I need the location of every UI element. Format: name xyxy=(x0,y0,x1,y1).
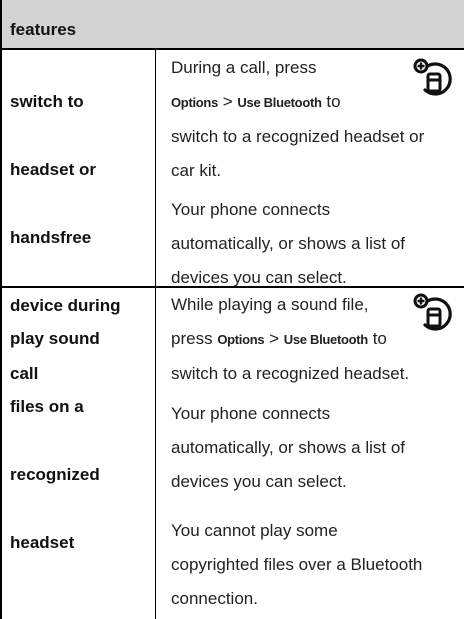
column-divider xyxy=(155,49,156,619)
feature-line: headset xyxy=(10,533,75,552)
table-header: features xyxy=(0,0,464,49)
options-key: Options xyxy=(217,332,265,347)
instruction-line: car kit. xyxy=(171,161,222,180)
feature-line: play sound xyxy=(10,329,100,348)
instruction-line: During a call, press xyxy=(171,58,317,77)
instruction-pre: press xyxy=(171,329,213,348)
instruction-2: While playing a sound file, press Option… xyxy=(171,288,409,391)
note-1: Your phone connects automatically, or sh… xyxy=(171,193,405,295)
feature-line: switch to xyxy=(10,92,84,111)
header-divider xyxy=(0,48,464,50)
note-line: You cannot play some xyxy=(171,521,338,540)
note-line: devices you can select. xyxy=(171,472,347,491)
use-bluetooth-key: Use Bluetooth xyxy=(237,95,322,110)
instruction-line: switch to a recognized headset. xyxy=(171,364,410,383)
instruction-line: While playing a sound file, xyxy=(171,295,369,314)
use-bluetooth-key: Use Bluetooth xyxy=(283,332,369,347)
bluetooth-handsfree-icon xyxy=(413,293,452,331)
instruction-tail: to xyxy=(372,329,387,348)
note-2: Your phone connects automatically, or sh… xyxy=(171,397,405,499)
separator: > xyxy=(269,329,279,348)
instruction-line: switch to a recognized headset or xyxy=(171,127,425,146)
note-line: Your phone connects xyxy=(171,404,331,423)
instruction-line: Options > Use Bluetooth to xyxy=(171,85,424,120)
instruction-line: press Options > Use Bluetooth to xyxy=(171,322,409,357)
header-label: features xyxy=(10,20,77,39)
note-line: connection. xyxy=(171,589,258,608)
feature-line: headset or xyxy=(10,160,96,179)
note-line: Your phone connects xyxy=(171,200,331,219)
instruction-tail: to xyxy=(326,92,341,111)
feature-name-2: play sound files on a recognized headset xyxy=(10,288,100,594)
note-3: You cannot play some copyrighted files o… xyxy=(171,514,422,616)
feature-line: recognized xyxy=(10,465,100,484)
feature-line: handsfree xyxy=(10,228,92,247)
options-key: Options xyxy=(171,95,219,110)
note-line: copyrighted files over a Bluetooth xyxy=(171,555,423,574)
feature-line: files on a xyxy=(10,397,84,416)
instruction-1: During a call, press Options > Use Bluet… xyxy=(171,51,424,188)
bluetooth-handsfree-icon xyxy=(413,58,452,96)
note-line: automatically, or shows a list of xyxy=(171,234,405,253)
features-table: features switch to headset or handsfree … xyxy=(0,0,464,619)
left-border xyxy=(0,0,2,619)
separator: > xyxy=(222,92,233,111)
note-line: automatically, or shows a list of xyxy=(171,438,405,457)
